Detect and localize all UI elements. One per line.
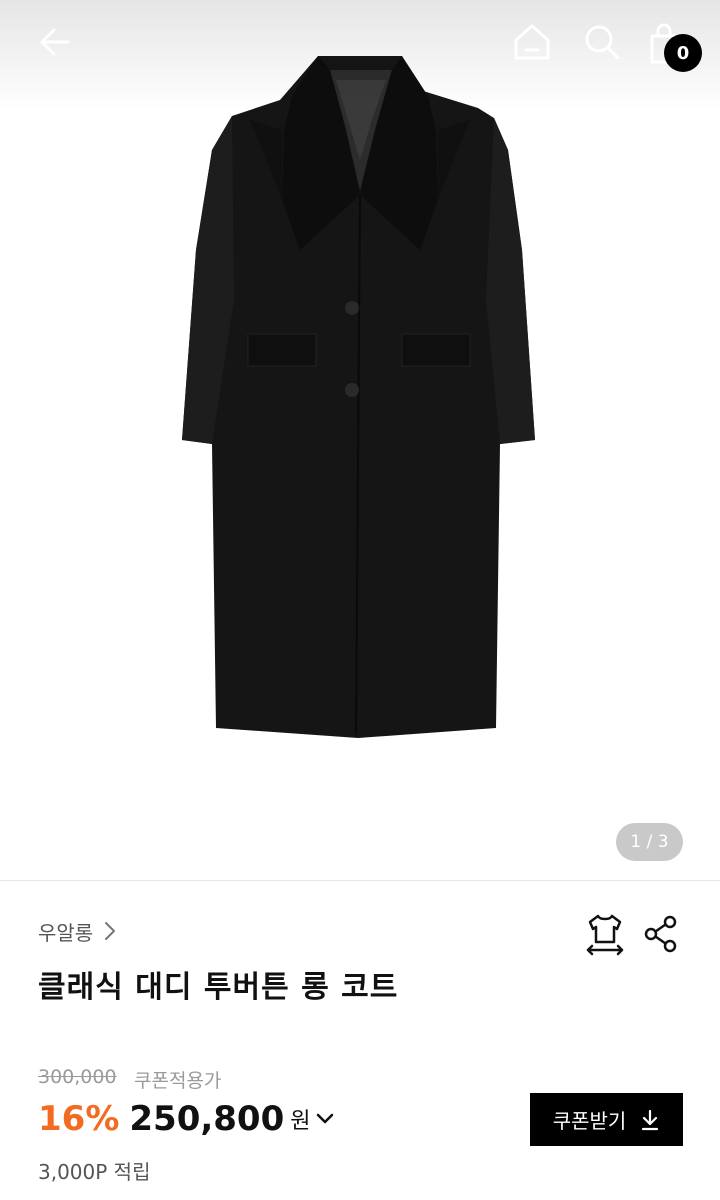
price-detail-toggle[interactable] (315, 1111, 335, 1127)
cart-count-badge: 0 (664, 34, 702, 72)
size-guide-icon (586, 914, 624, 956)
currency-unit: 원 (290, 1109, 311, 1134)
search-button[interactable] (578, 20, 626, 64)
product-title: 클래식 대디 투버튼 롱 코트 (38, 970, 399, 1005)
chevron-right-icon (103, 920, 117, 942)
back-button[interactable] (30, 20, 78, 64)
share-button[interactable] (642, 914, 680, 954)
chevron-down-icon (316, 1113, 333, 1124)
home-icon (514, 24, 550, 60)
back-arrow-icon (40, 28, 70, 56)
share-icon (644, 915, 677, 953)
sale-price: 250,800 (129, 1099, 285, 1139)
discount-rate: 16% (38, 1099, 120, 1139)
home-button[interactable] (506, 20, 558, 64)
product-image-gallery[interactable]: 1 / 3 (0, 0, 720, 880)
product-image-coat (182, 56, 535, 738)
get-coupon-button[interactable]: 쿠폰받기 (530, 1093, 683, 1146)
price-row: 16% 250,800 원 (38, 1094, 335, 1144)
image-counter: 1 / 3 (616, 823, 683, 861)
coupon-price-label: 쿠폰적용가 (134, 1070, 222, 1092)
coupon-button-label: 쿠폰받기 (552, 1109, 627, 1133)
top-navigation-bar: 0 (0, 0, 720, 90)
reward-points: 3,000P 적립 (38, 1160, 151, 1184)
brand-name: 우알롱 (38, 920, 94, 945)
download-icon (640, 1109, 660, 1131)
section-divider (0, 880, 720, 881)
original-price: 300,000 (38, 1066, 117, 1088)
size-guide-button[interactable] (584, 912, 626, 956)
brand-link[interactable]: 우알롱 (38, 914, 117, 948)
search-icon (585, 25, 620, 60)
